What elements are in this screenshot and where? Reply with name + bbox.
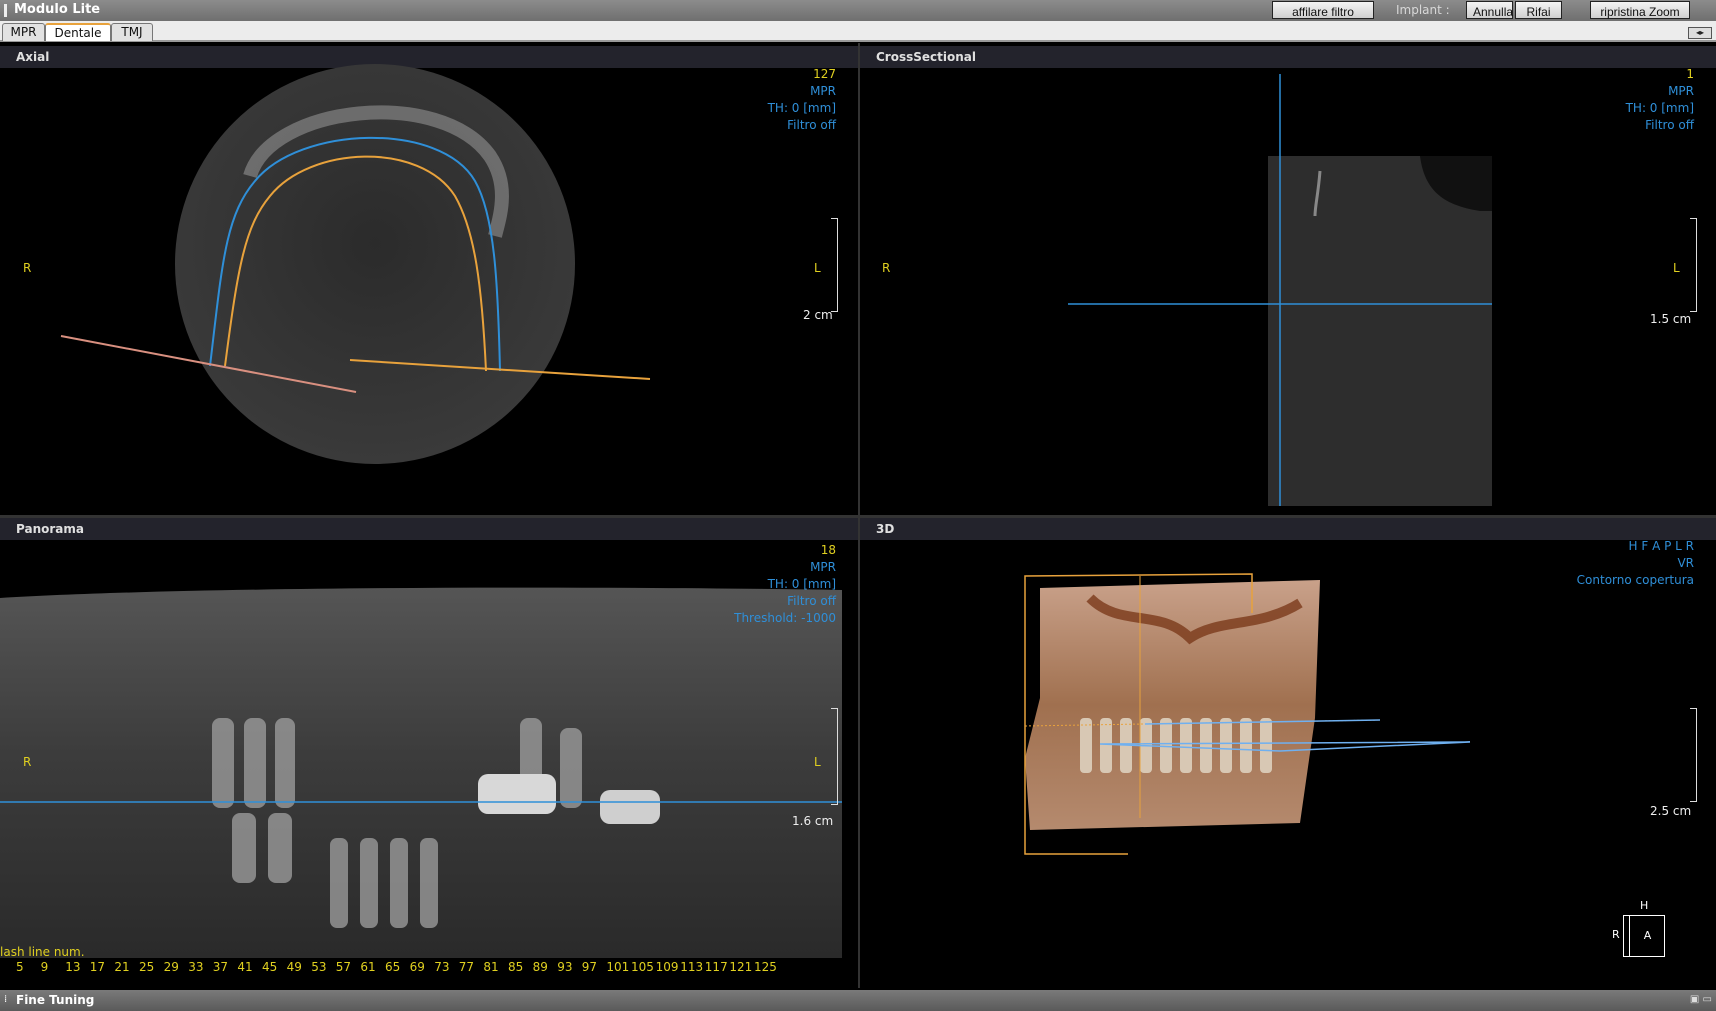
panorama-tick-label: 61 [360,960,376,974]
panorama-tick-label: 89 [532,960,548,974]
cross-right-orientation: L [1673,261,1680,275]
panorama-thickness: TH: 0 [mm] [767,577,836,591]
axial-scale-ruler [831,218,838,312]
panorama-threshold: Threshold: -1000 [734,611,836,625]
panorama-tick-label: 105 [631,960,654,974]
app-title: Modulo Lite [14,2,101,17]
panorama-tick-label: 41 [237,960,253,974]
panorama-tick-label: 33 [188,960,204,974]
panorama-mode: MPR [810,560,836,574]
vr-scale-label: 2.5 cm [1650,804,1692,818]
sharpen-filter-button[interactable]: affilare filtro [1272,1,1374,19]
title-bar: Modulo Lite affilare filtro Implant : An… [0,0,1716,21]
cross-mode: MPR [1668,84,1694,98]
panorama-tick-label: 109 [655,960,679,974]
panorama-tick-label: 9 [40,960,49,974]
vr-orientation-letters: H F A P L R [1628,539,1694,553]
panorama-scale-ruler [831,708,838,805]
panorama-filter: Filtro off [787,594,836,608]
vr-scale-ruler [1690,708,1697,802]
vr-mode: VR [1677,556,1694,570]
axial-right-orientation: L [814,261,821,275]
panorama-right-orientation: L [814,755,821,769]
axial-scan-disc [175,64,575,464]
panorama-tick-label: 45 [262,960,278,974]
viewport-divider-horizontal[interactable] [0,515,1716,518]
cross-left-orientation: R [882,261,891,275]
panorama-tick-label: 73 [434,960,450,974]
redo-button[interactable]: Rifai [1515,1,1562,19]
panorama-crown-filling-2 [600,790,660,824]
panorama-tick-label: 57 [335,960,352,974]
cross-filter: Filtro off [1645,118,1694,132]
axial-image [60,64,651,464]
panorama-left-orientation: R [23,755,32,769]
orientation-cube[interactable]: A [1623,915,1665,957]
panorama-tick-label: 85 [508,960,524,974]
tab-bar: MPR Dentale TMJ ◂▸ [0,21,1716,42]
fine-tuning-label: Fine Tuning [16,993,95,1007]
axial-scale-label: 2 cm [803,308,833,322]
panorama-tick-label: 97 [581,960,598,974]
panorama-tick-label: 5 [16,960,24,974]
cross-image [1068,74,1492,506]
vr-info: H F A P L R VR Contorno copertura [1577,538,1694,589]
vr-overlay: Contorno copertura [1576,573,1694,587]
cross-scan-slab [1268,156,1492,506]
tab-mpr[interactable]: MPR [2,23,45,41]
panorama-tick-label: 17 [89,960,106,974]
fine-tuning-bar[interactable]: ⁞ Fine Tuning ▣ ▭ [0,990,1716,1011]
cross-scale-ruler [1690,218,1697,312]
axial-viewport[interactable]: Axial 127 MPR TH: 0 [mm] Filtro off R L … [0,46,858,515]
panorama-tick-label: 29 [163,960,179,974]
axial-left-orientation: R [23,261,32,275]
panorama-slice-number: 18 [820,543,836,557]
panorama-viewport[interactable]: Panorama 18 MPR TH: 0 [mm] Filtro off Th… [0,518,858,988]
implant-label: Implant : [1396,3,1450,17]
axial-thickness: TH: 0 [mm] [767,101,836,115]
orientation-cube-face: A [1629,916,1665,956]
panorama-tick-label: 117 [704,960,728,974]
panorama-tick-label: 25 [139,960,155,974]
footer-window-icons[interactable]: ▣ ▭ [1690,994,1712,1005]
orientation-cube-left: R [1612,928,1620,941]
panorama-tick-label: 21 [114,960,130,974]
undo-button[interactable]: Annulla [1466,1,1513,19]
panorama-tick-label: 121 [729,960,753,974]
window-grip[interactable] [4,4,7,17]
cross-scale-label: 1.5 cm [1650,312,1692,326]
cross-slice-number: 1 [1686,67,1694,81]
panorama-crown-filling [478,774,556,814]
panorama-tick-label: 113 [680,960,704,974]
axial-filter: Filtro off [787,118,836,132]
panorama-tick-label: 81 [483,960,499,974]
tab-scroll-arrows-icon[interactable]: ◂▸ [1688,27,1712,39]
panorama-tick-label: 101 [606,960,630,974]
axial-mode: MPR [810,84,836,98]
panorama-image [0,587,842,958]
panorama-tick-label: 93 [557,960,573,974]
panorama-tick-label: 37 [212,960,229,974]
panorama-slash-line-label: lash line num. [0,945,85,959]
cross-info: 1 MPR TH: 0 [mm] Filtro off [1626,66,1694,134]
panorama-tick-label: 13 [65,960,81,974]
panorama-tick-label: 125 [754,960,777,974]
panorama-tick-label: 69 [409,960,425,974]
panorama-tick-label: 53 [311,960,327,974]
axial-info: 127 MPR TH: 0 [mm] Filtro off [768,66,836,134]
tab-tmj[interactable]: TMJ [111,23,153,41]
panorama-scale-label: 1.6 cm [792,814,834,828]
vr-3d-viewport[interactable]: 3D H F A P L R VR Contorno copertura 2.5… [860,518,1716,988]
panorama-tick-label: 65 [385,960,401,974]
cross-thickness: TH: 0 [mm] [1625,101,1694,115]
reset-zoom-button[interactable]: ripristina Zoom [1590,1,1690,19]
axial-slice-number: 127 [813,67,836,81]
panorama-tick-label: 49 [286,960,302,974]
panorama-tick-label: 77 [458,960,475,974]
orientation-cube-top: H [1640,899,1649,912]
drag-handle-icon[interactable]: ⁞ [4,994,7,1005]
cross-sectional-viewport[interactable]: CrossSectional 1 MPR TH: 0 [mm] Filtro o… [860,46,1716,515]
tab-dentale[interactable]: Dentale [45,23,111,41]
panorama-info: 18 MPR TH: 0 [mm] Filtro off Threshold: … [734,542,836,627]
